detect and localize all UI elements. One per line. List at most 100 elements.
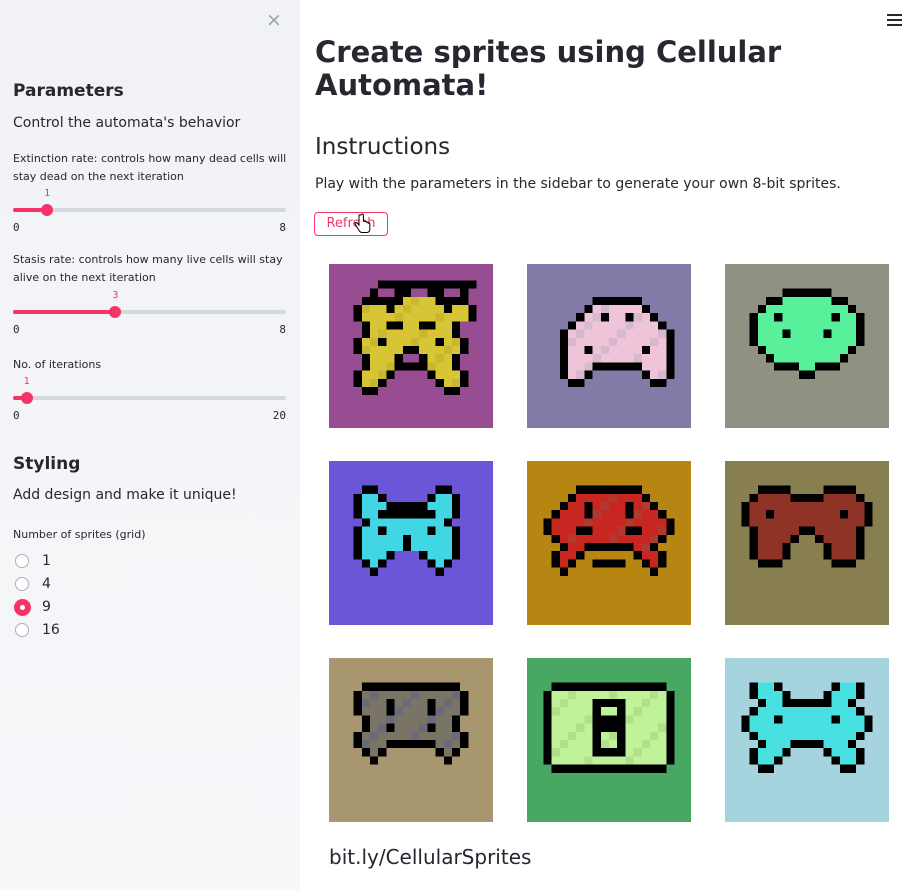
sprite-pixel xyxy=(411,534,420,543)
sprite-pixel xyxy=(617,682,626,691)
sprite-pixel xyxy=(658,346,667,355)
sprite-pixel xyxy=(584,699,593,708)
sprite-pixel xyxy=(353,510,362,519)
sprite-pixel xyxy=(378,510,387,519)
radio-option-16[interactable]: 16 xyxy=(15,620,60,640)
sprite-pixel xyxy=(584,329,593,338)
sprite-pixel xyxy=(774,313,783,322)
sprite-pixel xyxy=(435,543,444,552)
close-sidebar-icon[interactable]: × xyxy=(266,10,282,30)
slider-value: 1 xyxy=(44,188,51,199)
slider-thumb[interactable] xyxy=(41,204,54,216)
sprite-pixel xyxy=(378,362,387,371)
sprite-pixel xyxy=(386,296,395,305)
sprite-pixel xyxy=(658,764,667,773)
sprite-pixel xyxy=(378,682,387,691)
hamburger-menu-icon[interactable] xyxy=(887,12,902,27)
sprite-pixel xyxy=(386,699,395,708)
sprite-pixel xyxy=(600,518,609,527)
sprite-pixel xyxy=(452,534,461,543)
sprite-pixel xyxy=(848,715,857,724)
radio-circle[interactable] xyxy=(13,598,31,616)
sprite-pixel xyxy=(757,305,766,314)
sprite-pixel xyxy=(419,362,428,371)
sprite-pixel xyxy=(856,723,865,732)
sprite-pixel xyxy=(749,690,758,699)
footer-link[interactable]: bit.ly/CellularSprites xyxy=(329,845,531,869)
sprite-pixel xyxy=(831,346,840,355)
sprite-pixel xyxy=(427,313,436,322)
sprite-pixel xyxy=(370,305,379,314)
sprite-pixel xyxy=(766,682,775,691)
iterations-slider[interactable]: 1 0 20 xyxy=(13,376,286,422)
sprite-pixel xyxy=(592,329,601,338)
sprite-pixel xyxy=(460,370,469,379)
extinction-slider[interactable]: 1 0 8 xyxy=(13,188,286,234)
slider-thumb[interactable] xyxy=(109,306,122,318)
sprite-pixel xyxy=(551,682,560,691)
sprite-pixel xyxy=(617,329,626,338)
sprite-pixel xyxy=(411,313,420,322)
sprite-pixel xyxy=(798,518,807,527)
radio-option-4[interactable]: 4 xyxy=(15,574,51,594)
sprite-pixel xyxy=(774,493,783,502)
sprite-pixel xyxy=(617,748,626,757)
sprite-pixel xyxy=(402,534,411,543)
sprite-pixel xyxy=(378,305,387,314)
sprite-pixel xyxy=(543,526,552,535)
sprite-pixel xyxy=(782,748,791,757)
sprite-pixel xyxy=(774,699,783,708)
sprite-pixel xyxy=(749,748,758,757)
sprite-pixel xyxy=(666,715,675,724)
sprite-pixel xyxy=(394,543,403,552)
sprite-pixel xyxy=(568,731,577,740)
sprite-pixel xyxy=(790,740,799,749)
sprite-pixel xyxy=(452,346,461,355)
sprite-pixel xyxy=(749,329,758,338)
radio-circle[interactable] xyxy=(15,623,29,637)
sprite-pixel xyxy=(435,551,444,560)
sprite-pixel xyxy=(774,707,783,716)
sprite-pixel xyxy=(641,534,650,543)
sprite-pixel xyxy=(543,715,552,724)
sprite-pixel xyxy=(568,715,577,724)
sprite-pixel xyxy=(576,731,585,740)
sprite-pixel xyxy=(435,518,444,527)
radio-circle[interactable] xyxy=(15,554,29,568)
sprite-pixel xyxy=(641,526,650,535)
sprite-pixel xyxy=(370,567,379,576)
sprite-pixel xyxy=(625,346,634,355)
sprite-pixel xyxy=(576,370,585,379)
slider-track[interactable] xyxy=(13,396,286,400)
sprite-pixel xyxy=(617,543,626,552)
radio-option-9[interactable]: 9 xyxy=(13,597,51,617)
sprite-pixel xyxy=(839,493,848,502)
sprite-pixel xyxy=(353,346,362,355)
sprite-pixel xyxy=(353,370,362,379)
sprite-pixel xyxy=(559,723,568,732)
sprite-pixel xyxy=(468,280,477,289)
slider-thumb[interactable] xyxy=(20,392,33,404)
sprite-pixel xyxy=(600,715,609,724)
sprite-pixel xyxy=(386,280,395,289)
sprite-pixel xyxy=(576,756,585,765)
sprite-pixel xyxy=(815,502,824,511)
sprite-pixel xyxy=(402,321,411,330)
sprite-pixel xyxy=(576,493,585,502)
sprite-pixel xyxy=(576,337,585,346)
slider-track[interactable] xyxy=(13,208,286,212)
sprite-pixel xyxy=(443,551,452,560)
sprite-pixel xyxy=(592,518,601,527)
sprite-pixel xyxy=(600,764,609,773)
sprite-pixel xyxy=(452,510,461,519)
slider-min: 0 xyxy=(13,221,20,234)
slider-max: 8 xyxy=(279,221,286,234)
sprite-pixel xyxy=(823,715,832,724)
sprite-pixel xyxy=(839,534,848,543)
sprite-pixel xyxy=(460,305,469,314)
radio-option-1[interactable]: 1 xyxy=(15,551,51,571)
radio-circle[interactable] xyxy=(15,577,29,591)
refresh-button[interactable]: Refresh xyxy=(314,212,388,236)
stasis-slider[interactable]: 3 0 8 xyxy=(13,290,286,336)
sprite-pixel xyxy=(798,313,807,322)
